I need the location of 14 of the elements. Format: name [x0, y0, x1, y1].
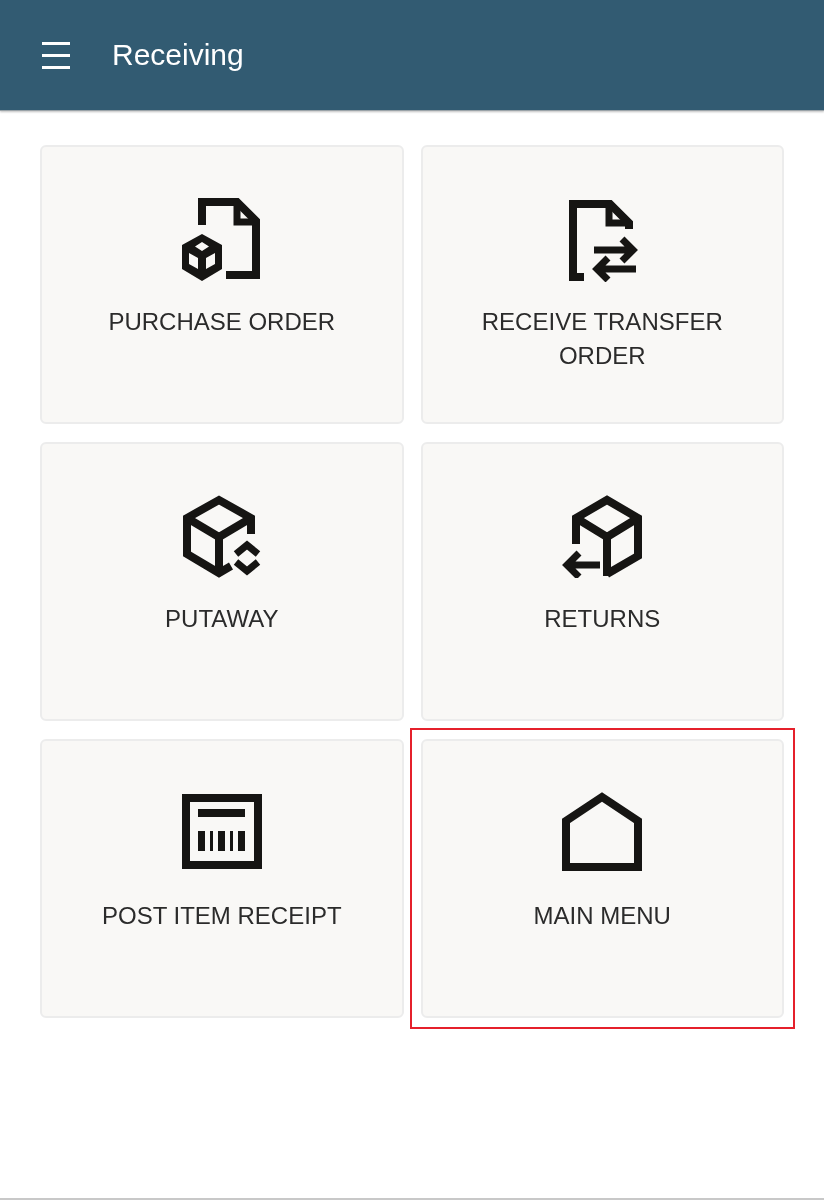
- document-arrows-icon: [566, 198, 639, 282]
- menu-tile[interactable]: PUTAWAY: [40, 442, 404, 721]
- menu-tile[interactable]: RETURNS: [420, 442, 784, 721]
- menu-tile[interactable]: MAIN MENU: [420, 739, 784, 1018]
- cube-chevrons-icon: [180, 494, 263, 578]
- home-icon: [562, 792, 643, 871]
- page-title: Receiving: [112, 37, 244, 73]
- barcode-icon: [181, 794, 262, 869]
- menu-icon[interactable]: [42, 41, 70, 69]
- menu-tile[interactable]: PURCHASE ORDER: [40, 145, 404, 424]
- menu-tile[interactable]: POST ITEM RECEIPT: [40, 739, 404, 1018]
- document-cube-icon: [181, 197, 262, 281]
- cube-arrow-icon: [560, 494, 645, 578]
- menu-tile[interactable]: RECEIVE TRANSFER ORDER: [420, 145, 784, 424]
